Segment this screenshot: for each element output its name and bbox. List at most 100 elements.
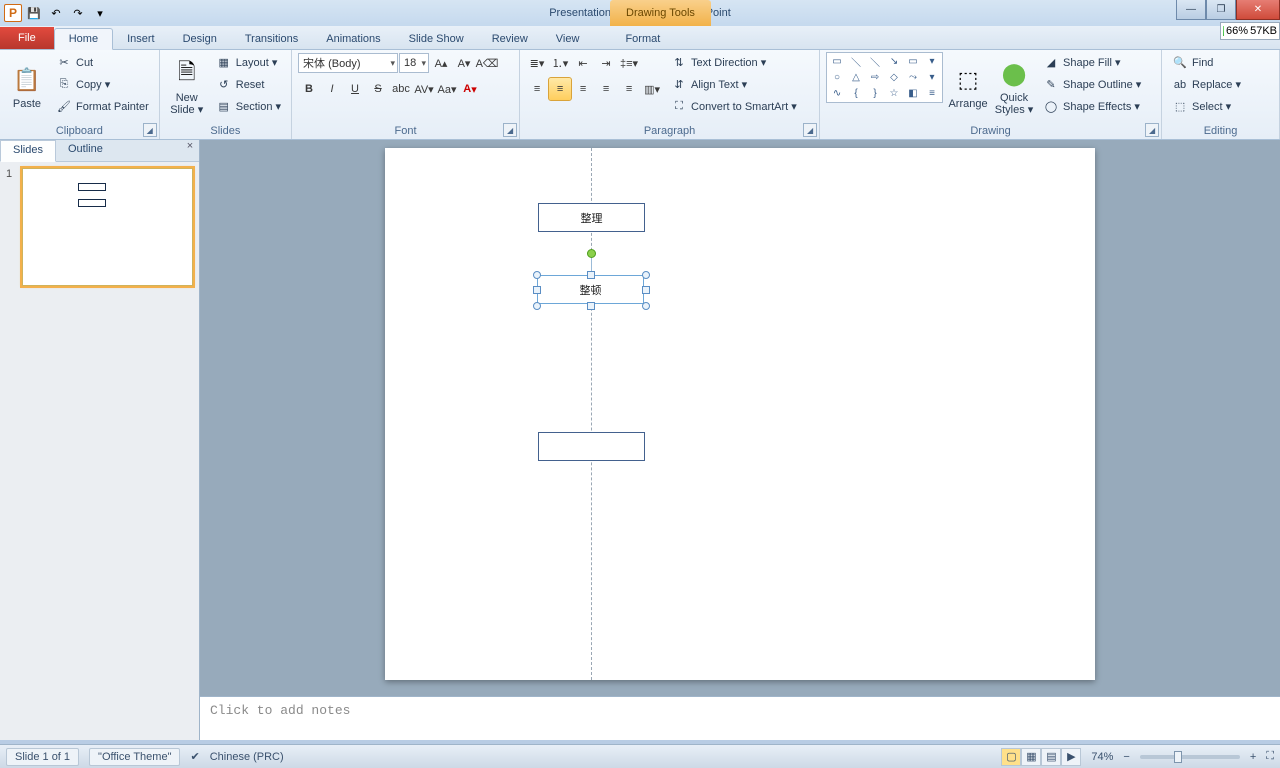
zoom-out-button[interactable]: − <box>1123 751 1129 763</box>
shape-arrow2-icon[interactable]: ⇨ <box>866 70 884 85</box>
pane-tab-outline[interactable]: Outline <box>56 140 115 161</box>
shape-more1-icon[interactable]: ▾ <box>923 54 941 69</box>
reset-button[interactable]: ↺Reset <box>212 74 285 95</box>
convert-smartart-button[interactable]: ⛶Convert to SmartArt ▾ <box>667 96 801 117</box>
new-slide-button[interactable]: 🗎 New Slide ▾ <box>166 52 208 118</box>
grow-font-button[interactable]: A▴ <box>430 52 452 74</box>
shape-outline-button[interactable]: ✎Shape Outline ▾ <box>1039 74 1145 95</box>
quick-styles-button[interactable]: ⬤Quick Styles ▾ <box>993 52 1035 118</box>
increase-indent-button[interactable]: ⇥ <box>595 52 617 74</box>
normal-view-button[interactable]: ▢ <box>1001 748 1021 766</box>
columns-button[interactable]: ▥▾ <box>641 78 663 100</box>
status-slide[interactable]: Slide 1 of 1 <box>6 748 79 766</box>
shadow-button[interactable]: abc <box>390 78 412 100</box>
font-dialog-launcher[interactable]: ◢ <box>503 123 517 137</box>
shape-fill-button[interactable]: ◢Shape Fill ▾ <box>1039 52 1145 73</box>
handle-n[interactable] <box>587 271 595 279</box>
thumbnail-1[interactable]: 1 <box>6 168 193 286</box>
shape-arrow-icon[interactable]: ↘ <box>885 54 903 69</box>
bold-button[interactable]: B <box>298 78 320 100</box>
slideshow-view-button[interactable]: ▶ <box>1061 748 1081 766</box>
shape-tri-icon[interactable]: △ <box>847 70 865 85</box>
tab-home[interactable]: Home <box>54 28 113 50</box>
tab-view[interactable]: View <box>542 29 594 49</box>
numbering-button[interactable]: ⒈▾ <box>549 52 571 74</box>
shape-2-selection[interactable]: 整顿 <box>537 275 646 306</box>
shape-callout-icon[interactable]: ◧ <box>904 86 922 101</box>
canvas[interactable]: 整理 整顿 <box>200 140 1280 696</box>
tab-review[interactable]: Review <box>478 29 542 49</box>
arrange-button[interactable]: ⬚Arrange <box>947 52 989 118</box>
bullets-button[interactable]: ≣▾ <box>526 52 548 74</box>
tab-transitions[interactable]: Transitions <box>231 29 312 49</box>
shape-diamond-icon[interactable]: ◇ <box>885 70 903 85</box>
select-button[interactable]: ⬚Select ▾ <box>1168 96 1245 117</box>
thumbnail-slide[interactable] <box>22 168 193 286</box>
shape-more3-icon[interactable]: ≡ <box>923 86 941 101</box>
distributed-button[interactable]: ≡ <box>618 78 640 100</box>
pane-close-button[interactable]: × <box>181 140 199 161</box>
handle-nw[interactable] <box>533 271 541 279</box>
clipboard-dialog-launcher[interactable]: ◢ <box>143 123 157 137</box>
shape-curve-icon[interactable]: ∿ <box>828 86 846 101</box>
handle-e[interactable] <box>642 286 650 294</box>
copy-button[interactable]: ⎘Copy ▾ <box>52 74 153 95</box>
section-button[interactable]: ▤Section ▾ <box>212 96 285 117</box>
status-theme[interactable]: "Office Theme" <box>89 748 180 766</box>
shrink-font-button[interactable]: A▾ <box>453 52 475 74</box>
thumbnails[interactable]: 1 <box>0 162 199 740</box>
find-button[interactable]: 🔍Find <box>1168 52 1245 73</box>
app-icon[interactable]: P <box>4 4 22 22</box>
shape-2[interactable]: 整顿 <box>537 275 644 304</box>
tab-slideshow[interactable]: Slide Show <box>395 29 478 49</box>
zoom-slider[interactable] <box>1140 755 1240 759</box>
tab-insert[interactable]: Insert <box>113 29 169 49</box>
decrease-indent-button[interactable]: ⇤ <box>572 52 594 74</box>
handle-w[interactable] <box>533 286 541 294</box>
zoom-level[interactable]: 74% <box>1091 751 1113 763</box>
handle-se[interactable] <box>642 302 650 310</box>
change-case-button[interactable]: Aa▾ <box>436 78 458 100</box>
zoom-thumb[interactable] <box>1174 751 1182 763</box>
italic-button[interactable]: I <box>321 78 343 100</box>
sorter-view-button[interactable]: ▦ <box>1021 748 1041 766</box>
line-spacing-button[interactable]: ‡≡▾ <box>618 52 640 74</box>
shape-line2-icon[interactable]: ＼ <box>866 54 884 69</box>
clear-formatting-button[interactable]: A⌫ <box>476 52 498 74</box>
shape-effects-button[interactable]: ◯Shape Effects ▾ <box>1039 96 1145 117</box>
close-button[interactable]: ✕ <box>1236 0 1280 20</box>
shape-line-icon[interactable]: ＼ <box>847 54 865 69</box>
replace-button[interactable]: abReplace ▾ <box>1168 74 1245 95</box>
font-size-combo[interactable]: 18 <box>399 53 429 73</box>
pane-tab-slides[interactable]: Slides <box>0 140 56 162</box>
cut-button[interactable]: ✂Cut <box>52 52 153 73</box>
shape-1[interactable]: 整理 <box>538 203 645 232</box>
font-name-combo[interactable]: 宋体 (Body) <box>298 53 398 73</box>
handle-ne[interactable] <box>642 271 650 279</box>
shape-rect-icon[interactable]: ▭ <box>828 54 846 69</box>
tab-file[interactable]: File <box>0 27 54 49</box>
align-right-button[interactable]: ≡ <box>572 78 594 100</box>
undo-button[interactable]: ↶ <box>46 3 66 23</box>
qat-more-icon[interactable]: ▾ <box>90 3 110 23</box>
rotate-handle[interactable] <box>587 249 596 258</box>
strike-button[interactable]: S <box>367 78 389 100</box>
shape-brace-icon[interactable]: { <box>847 86 865 101</box>
redo-button[interactable]: ↷ <box>68 3 88 23</box>
handle-s[interactable] <box>587 302 595 310</box>
underline-button[interactable]: U <box>344 78 366 100</box>
shape-conn-icon[interactable]: ⤳ <box>904 70 922 85</box>
reading-view-button[interactable]: ▤ <box>1041 748 1061 766</box>
fit-window-button[interactable]: ⛶ <box>1266 750 1274 763</box>
shapes-gallery[interactable]: ▭＼＼↘▭▾ ○△⇨◇⤳▾ ∿{}☆◧≡ <box>826 52 943 103</box>
layout-button[interactable]: ▦Layout ▾ <box>212 52 285 73</box>
slide[interactable]: 整理 整顿 <box>385 148 1095 680</box>
restore-button[interactable]: ❐ <box>1206 0 1236 20</box>
align-left-button[interactable]: ≡ <box>526 78 548 100</box>
shape-star-icon[interactable]: ☆ <box>885 86 903 101</box>
paste-button[interactable]: 📋 Paste <box>6 52 48 118</box>
notes-pane[interactable]: Click to add notes <box>200 696 1280 740</box>
drawing-dialog-launcher[interactable]: ◢ <box>1145 123 1159 137</box>
format-painter-button[interactable]: 🖌Format Painter <box>52 96 153 117</box>
tab-animations[interactable]: Animations <box>312 29 394 49</box>
